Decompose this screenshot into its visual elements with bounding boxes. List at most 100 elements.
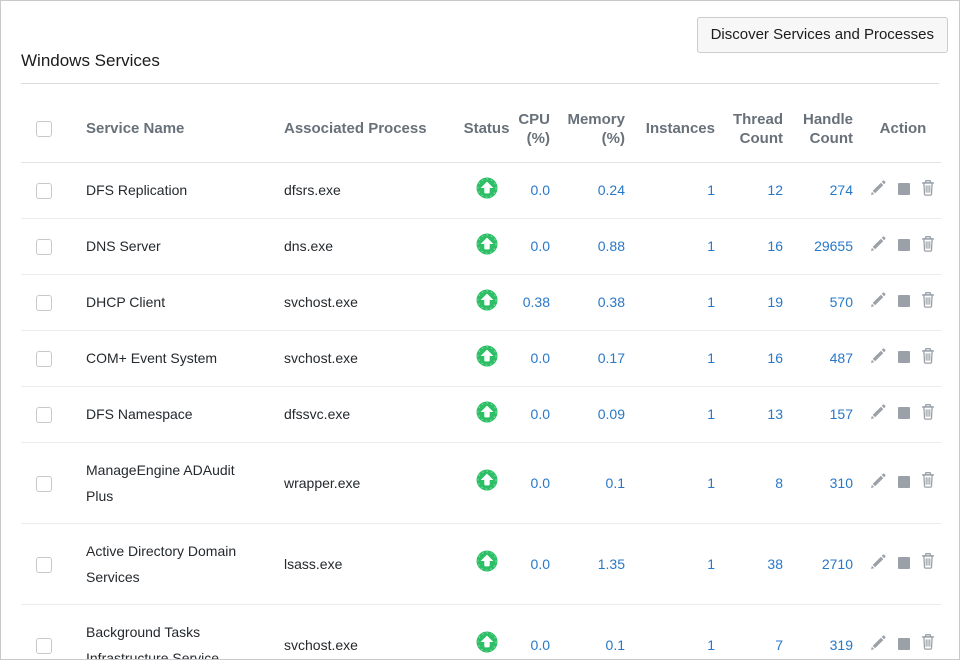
status-up-icon — [476, 631, 498, 653]
row-checkbox[interactable] — [36, 407, 52, 423]
stop-button[interactable] — [898, 236, 910, 256]
cpu-value[interactable]: 0.0 — [514, 386, 562, 442]
cpu-value[interactable]: 0.0 — [514, 442, 562, 523]
memory-value[interactable]: 0.88 — [562, 218, 637, 274]
discover-services-button[interactable]: Discover Services and Processes — [697, 17, 948, 53]
thread-count-value[interactable]: 7 — [727, 604, 795, 660]
cpu-value[interactable]: 0.0 — [514, 604, 562, 660]
up-arrow-icon — [476, 233, 498, 255]
memory-value[interactable]: 0.09 — [562, 386, 637, 442]
memory-value[interactable]: 0.17 — [562, 330, 637, 386]
handle-count-value[interactable]: 157 — [795, 386, 865, 442]
row-checkbox[interactable] — [36, 183, 52, 199]
status-up-icon — [476, 401, 498, 423]
cpu-value[interactable]: 0.0 — [514, 218, 562, 274]
cpu-value[interactable]: 0.0 — [514, 523, 562, 604]
handle-count-value[interactable]: 310 — [795, 442, 865, 523]
stop-button[interactable] — [898, 473, 910, 493]
column-header-service-name: Service Name — [86, 96, 284, 162]
instances-value[interactable]: 1 — [637, 386, 727, 442]
instances-value[interactable]: 1 — [637, 604, 727, 660]
instances-value[interactable]: 1 — [637, 218, 727, 274]
windows-services-page: Discover Services and Processes Windows … — [0, 0, 960, 660]
stop-icon — [898, 638, 910, 650]
row-checkbox[interactable] — [36, 239, 52, 255]
thread-count-value[interactable]: 19 — [727, 274, 795, 330]
thread-count-value[interactable]: 16 — [727, 218, 795, 274]
handle-count-value[interactable]: 570 — [795, 274, 865, 330]
delete-button[interactable] — [921, 236, 935, 257]
column-header-instances: Instances — [637, 96, 727, 162]
stop-button[interactable] — [898, 635, 910, 655]
delete-button[interactable] — [921, 404, 935, 425]
up-arrow-icon — [476, 469, 498, 491]
memory-value[interactable]: 0.1 — [562, 604, 637, 660]
memory-value[interactable]: 1.35 — [562, 523, 637, 604]
handle-count-value[interactable]: 487 — [795, 330, 865, 386]
handle-count-value[interactable]: 2710 — [795, 523, 865, 604]
delete-button[interactable] — [921, 292, 935, 313]
instances-value[interactable]: 1 — [637, 274, 727, 330]
instances-value[interactable]: 1 — [637, 162, 727, 218]
trash-icon — [921, 180, 935, 196]
column-header-thread-count: Thread Count — [727, 96, 795, 162]
instances-value[interactable]: 1 — [637, 442, 727, 523]
row-checkbox[interactable] — [36, 557, 52, 573]
stop-button[interactable] — [898, 180, 910, 200]
status-up-icon — [476, 233, 498, 255]
edit-button[interactable] — [871, 554, 886, 574]
edit-button[interactable] — [871, 635, 886, 655]
instances-value[interactable]: 1 — [637, 330, 727, 386]
service-name: DNS Server — [86, 233, 161, 259]
delete-button[interactable] — [921, 634, 935, 655]
handle-count-value[interactable]: 274 — [795, 162, 865, 218]
instances-value[interactable]: 1 — [637, 523, 727, 604]
cpu-value[interactable]: 0.38 — [514, 274, 562, 330]
table-row: DFS Namespace dfssvc.exe 0.0 0.09 1 13 1… — [21, 386, 941, 442]
row-checkbox[interactable] — [36, 476, 52, 492]
pencil-icon — [871, 635, 886, 650]
thread-count-value[interactable]: 8 — [727, 442, 795, 523]
thread-count-value[interactable]: 38 — [727, 523, 795, 604]
up-arrow-icon — [476, 289, 498, 311]
memory-value[interactable]: 0.1 — [562, 442, 637, 523]
cpu-value[interactable]: 0.0 — [514, 162, 562, 218]
cpu-value[interactable]: 0.0 — [514, 330, 562, 386]
stop-icon — [898, 407, 910, 419]
delete-button[interactable] — [921, 180, 935, 201]
delete-button[interactable] — [921, 553, 935, 574]
table-row: Background Tasks Infrastructure Service … — [21, 604, 941, 660]
memory-value[interactable]: 0.24 — [562, 162, 637, 218]
service-name: DHCP Client — [86, 289, 165, 315]
row-checkbox[interactable] — [36, 638, 52, 654]
thread-count-value[interactable]: 13 — [727, 386, 795, 442]
stop-button[interactable] — [898, 348, 910, 368]
edit-button[interactable] — [871, 236, 886, 256]
thread-count-value[interactable]: 12 — [727, 162, 795, 218]
pencil-icon — [871, 348, 886, 363]
pencil-icon — [871, 292, 886, 307]
edit-button[interactable] — [871, 180, 886, 200]
delete-button[interactable] — [921, 472, 935, 493]
pencil-icon — [871, 473, 886, 488]
row-checkbox[interactable] — [36, 351, 52, 367]
handle-count-value[interactable]: 319 — [795, 604, 865, 660]
handle-count-value[interactable]: 29655 — [795, 218, 865, 274]
associated-process: dfssvc.exe — [284, 386, 459, 442]
table-row: DNS Server dns.exe 0.0 0.88 1 16 29655 — [21, 218, 941, 274]
edit-button[interactable] — [871, 404, 886, 424]
stop-button[interactable] — [898, 404, 910, 424]
stop-icon — [898, 239, 910, 251]
stop-button[interactable] — [898, 292, 910, 312]
table-row: DHCP Client svchost.exe 0.38 0.38 1 19 5… — [21, 274, 941, 330]
select-all-checkbox[interactable] — [36, 121, 52, 137]
edit-button[interactable] — [871, 348, 886, 368]
thread-count-value[interactable]: 16 — [727, 330, 795, 386]
edit-button[interactable] — [871, 473, 886, 493]
memory-value[interactable]: 0.38 — [562, 274, 637, 330]
delete-button[interactable] — [921, 348, 935, 369]
stop-button[interactable] — [898, 554, 910, 574]
row-checkbox[interactable] — [36, 295, 52, 311]
edit-button[interactable] — [871, 292, 886, 312]
table-row: ManageEngine ADAudit Plus wrapper.exe 0.… — [21, 442, 941, 523]
